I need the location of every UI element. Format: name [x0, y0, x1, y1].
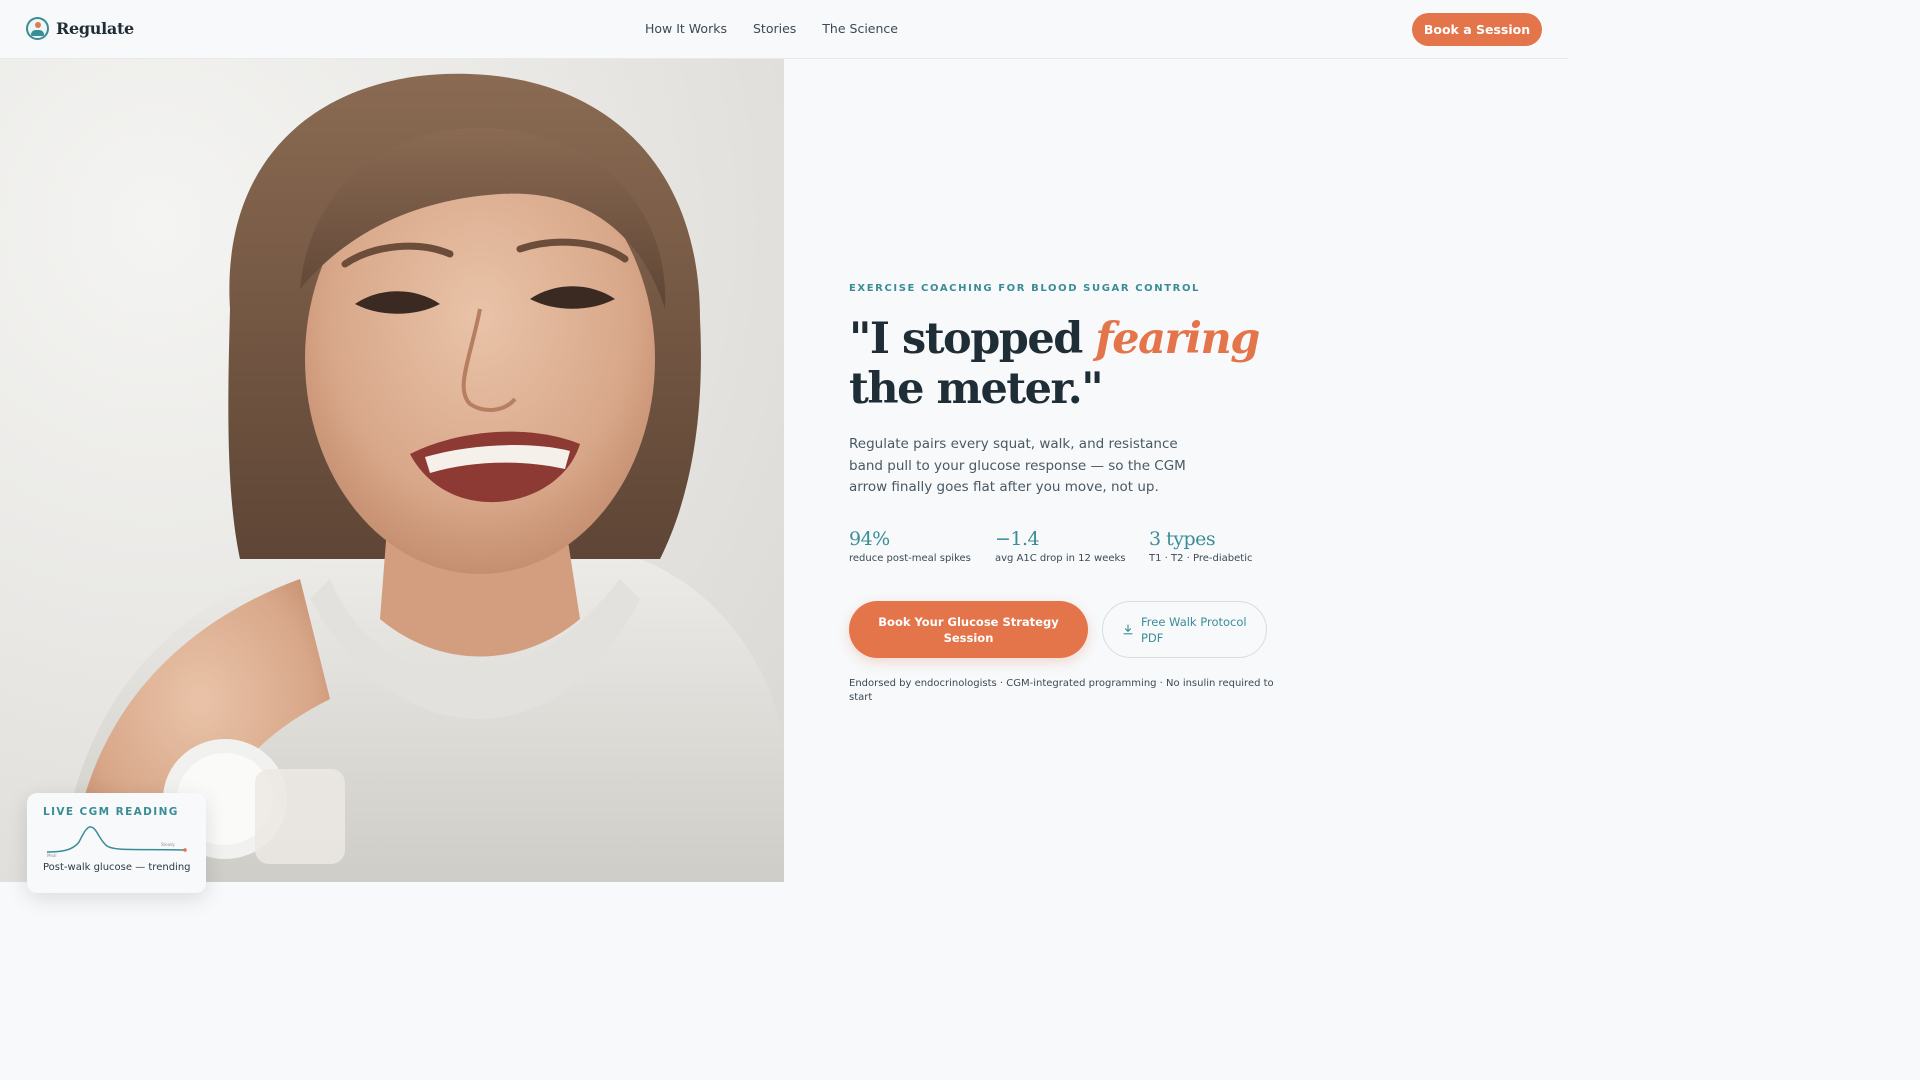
top-nav: Regulate How It Works Stories The Scienc… [0, 0, 1568, 59]
brand[interactable]: Regulate [26, 17, 134, 40]
hero-lede: Regulate pairs every squat, walk, and re… [849, 436, 1186, 495]
headline-emphasis: fearing [1095, 314, 1260, 364]
free-walk-protocol-button[interactable]: Free Walk Protocol PDF [1102, 601, 1267, 658]
book-strategy-session-button[interactable]: Book Your Glucose Strategy Session [849, 601, 1088, 658]
hero-photo [0, 59, 784, 882]
cgm-caption: Post-walk glucose — trending [43, 862, 191, 873]
endorsement-text: Endorsed by endocrinologists · CGM-integ… [849, 678, 1274, 703]
nav-links: How It Works Stories The Science [645, 21, 898, 36]
nav-link-how-it-works[interactable]: How It Works [645, 21, 727, 36]
stat-types: 3 types T1 · T2 · Pre-diabetic [1149, 528, 1252, 564]
free-walk-protocol-label: Free Walk Protocol PDF [1141, 614, 1247, 645]
cgm-reading-card: LIVE CGM READING Meal Steady Post-walk g… [27, 793, 206, 893]
cgm-card-title: LIVE CGM READING [43, 806, 179, 818]
book-session-button[interactable]: Book a Session [1412, 13, 1542, 46]
cgm-current-point [183, 848, 187, 852]
hero-headline: "I stopped fearing the meter." [849, 314, 1260, 414]
cgm-sparkline: Meal Steady [46, 826, 187, 858]
brand-name: Regulate [56, 19, 134, 38]
headline-prefix: "I stopped [849, 314, 1096, 364]
stat-value: 3 types [1149, 528, 1216, 550]
hero-portrait-illustration [60, 73, 784, 882]
stat-label: T1 · T2 · Pre-diabetic [1149, 553, 1253, 564]
stat-label: avg A1C drop in 12 weeks [995, 553, 1126, 564]
stat-label: reduce post-meal spikes [849, 553, 971, 564]
stat-value: 94% [849, 528, 890, 550]
stat-spikes: 94% reduce post-meal spikes [849, 528, 995, 564]
hero-stats: 94% reduce post-meal spikes −1.4 avg A1C… [849, 528, 1252, 564]
cgm-start-label: Meal [47, 853, 56, 858]
logo-mark-icon [26, 17, 49, 40]
download-icon [1123, 624, 1133, 635]
headline-line2: the meter." [849, 364, 1104, 414]
stat-value: −1.4 [995, 528, 1040, 550]
cgm-end-label: Steady [161, 842, 176, 847]
nav-link-the-science[interactable]: The Science [822, 21, 898, 36]
hero-eyebrow: EXERCISE COACHING FOR BLOOD SUGAR CONTRO… [849, 283, 1201, 294]
nav-link-stories[interactable]: Stories [753, 21, 796, 36]
stat-a1c: −1.4 avg A1C drop in 12 weeks [995, 528, 1149, 564]
